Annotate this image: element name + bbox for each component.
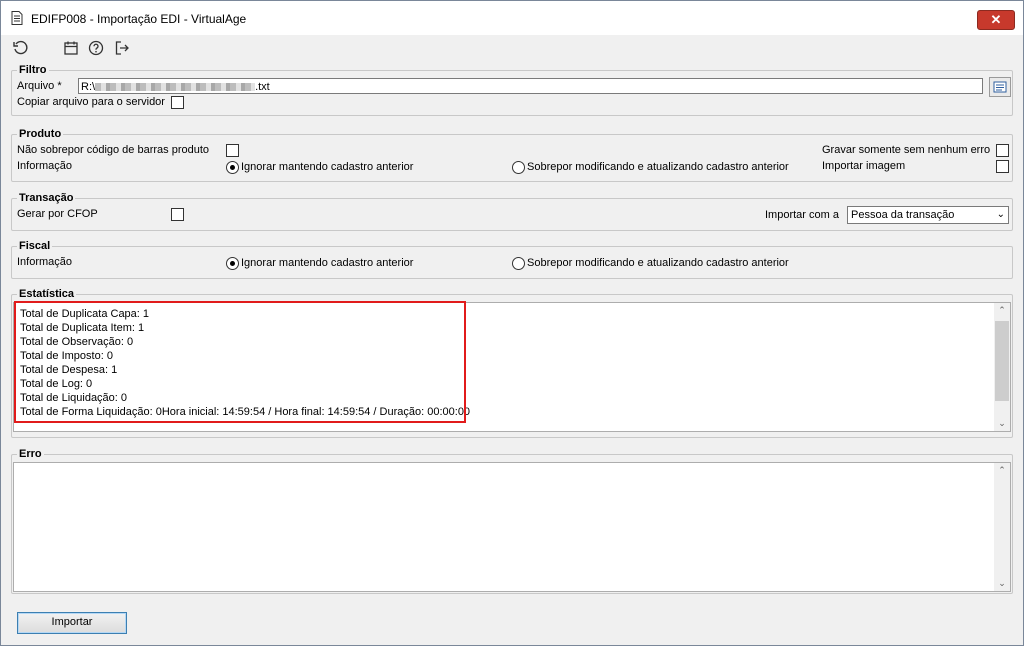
scroll-up-icon[interactable]: ⌃ <box>994 305 1010 316</box>
scroll-down-icon[interactable]: ⌄ <box>994 578 1010 589</box>
fiscal-sobrepor-label[interactable]: Sobrepor modificando e atualizando cadas… <box>527 257 789 269</box>
importar-imagem-checkbox[interactable] <box>996 160 1009 173</box>
calendar-icon <box>64 41 78 55</box>
close-button[interactable]: ✕ <box>977 10 1015 30</box>
transacao-legend: Transação <box>17 192 76 204</box>
file-browse-icon <box>993 81 1007 93</box>
importar-com-label: Importar com a <box>765 209 839 221</box>
toolbar <box>1 35 1023 63</box>
title-bar: EDIFP008 - Importação EDI - VirtualAge ✕ <box>1 1 1023 35</box>
produto-legend: Produto <box>17 128 64 140</box>
window-title: EDIFP008 - Importação EDI - VirtualAge <box>31 12 247 26</box>
fiscal-ignorar-radio[interactable] <box>226 257 239 270</box>
help-icon <box>88 40 104 56</box>
produto-sobrepor-radio[interactable] <box>512 161 525 174</box>
browse-file-button[interactable] <box>989 77 1011 97</box>
erro-memo[interactable]: ⌃ ⌄ <box>13 462 1011 592</box>
importar-com-select[interactable]: Pessoa da transação ⌄ <box>847 206 1009 224</box>
produto-border <box>11 134 1013 182</box>
arquivo-value-prefix: R:\ <box>81 81 96 93</box>
produto-informacao-label: Informação <box>17 160 73 172</box>
fiscal-legend: Fiscal <box>17 240 53 252</box>
nao-sobrepor-checkbox[interactable] <box>226 144 239 157</box>
refresh-icon <box>13 40 28 55</box>
refresh-button[interactable] <box>11 39 29 57</box>
gerar-cfop-checkbox[interactable] <box>171 208 184 221</box>
filtro-group: Filtro Arquivo * R:\ .txt Copiar arquivo … <box>11 64 1013 116</box>
produto-sobrepor-label[interactable]: Sobrepor modificando e atualizando cadas… <box>527 161 789 173</box>
help-button[interactable] <box>87 39 105 57</box>
erro-legend: Erro <box>17 448 44 460</box>
importar-button[interactable]: Importar <box>17 612 127 634</box>
produto-ignorar-label[interactable]: Ignorar mantendo cadastro anterior <box>241 161 413 173</box>
estatistica-group: Estatística Total de Duplicata Capa: 1 T… <box>11 288 1013 438</box>
fiscal-group: Fiscal Informação Ignorar mantendo cadas… <box>11 240 1013 279</box>
fiscal-sobrepor-radio[interactable] <box>512 257 525 270</box>
calendar-button[interactable] <box>62 39 80 57</box>
statistics-highlight-box <box>14 301 466 423</box>
chevron-down-icon: ⌄ <box>996 209 1005 220</box>
transacao-group: Transação Gerar por CFOP Importar com a … <box>11 192 1013 231</box>
copiar-arquivo-label: Copiar arquivo para o servidor <box>17 96 165 108</box>
scroll-down-icon[interactable]: ⌄ <box>994 418 1010 429</box>
fiscal-informacao-label: Informação <box>17 256 73 268</box>
document-icon <box>11 11 23 25</box>
erro-scrollbar[interactable]: ⌃ ⌄ <box>994 463 1010 591</box>
importar-imagem-label: Importar imagem <box>822 160 906 172</box>
arquivo-value-redacted <box>95 83 256 92</box>
estatistica-legend: Estatística <box>17 288 77 300</box>
scroll-up-icon[interactable]: ⌃ <box>994 465 1010 476</box>
erro-group: Erro ⌃ ⌄ <box>11 448 1013 594</box>
gravar-somente-checkbox[interactable] <box>996 144 1009 157</box>
arquivo-input[interactable]: R:\ .txt <box>78 78 983 94</box>
gerar-cfop-label: Gerar por CFOP <box>17 208 98 220</box>
exit-icon <box>115 41 129 55</box>
exit-button[interactable] <box>113 39 131 57</box>
estatistica-scrollbar[interactable]: ⌃ ⌄ <box>994 303 1010 431</box>
importar-com-value: Pessoa da transação <box>851 209 955 221</box>
produto-group: Produto Não sobrepor código de barras pr… <box>11 128 1013 182</box>
fiscal-ignorar-label[interactable]: Ignorar mantendo cadastro anterior <box>241 257 413 269</box>
produto-ignorar-radio[interactable] <box>226 161 239 174</box>
scroll-thumb[interactable] <box>995 321 1009 401</box>
filtro-legend: Filtro <box>17 64 49 76</box>
nao-sobrepor-label: Não sobrepor código de barras produto <box>17 144 210 156</box>
import-edi-window: EDIFP008 - Importação EDI - VirtualAge ✕ <box>0 0 1024 646</box>
copiar-arquivo-checkbox[interactable] <box>171 96 184 109</box>
gravar-somente-label: Gravar somente sem nenhum erro <box>822 144 991 156</box>
arquivo-label: Arquivo * <box>17 80 62 92</box>
arquivo-value-suffix: .txt <box>255 81 270 93</box>
